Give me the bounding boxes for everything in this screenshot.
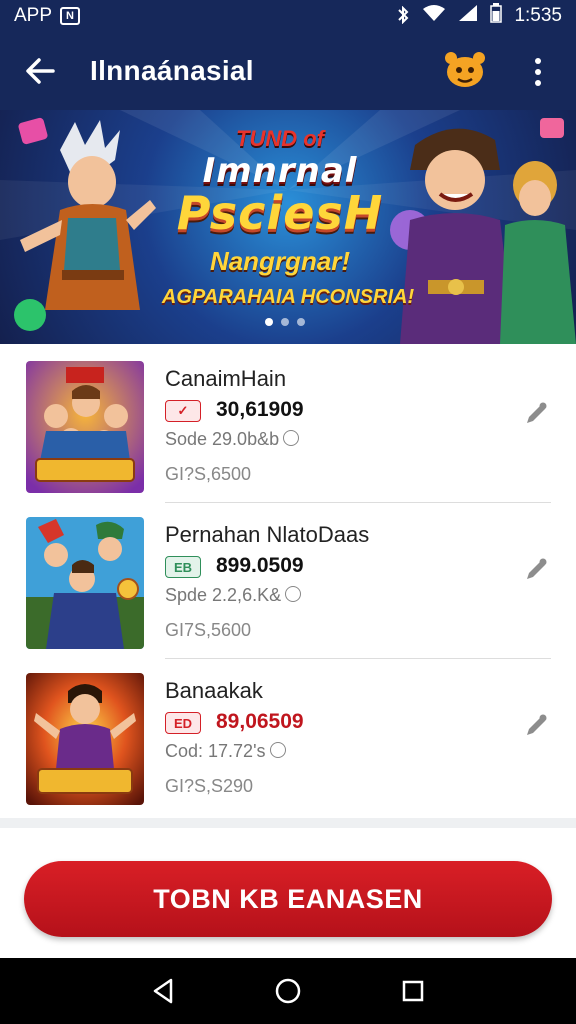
clock-icon bbox=[269, 742, 286, 759]
status-bar: APP N 1:535 bbox=[0, 0, 576, 32]
status-app-label: APP bbox=[14, 5, 53, 26]
bottom-action-area: TOBN KB EANASEN bbox=[0, 818, 576, 958]
banner-pagination bbox=[265, 318, 305, 326]
list-item[interactable]: Pernahan NlatoDaas EB 899.0509 Spde 2.2,… bbox=[0, 500, 576, 656]
item-code-text: Cod: 17.72's bbox=[165, 741, 266, 761]
item-price: GI?S,6500 bbox=[165, 464, 252, 484]
item-code: Spde 2.2,6.K& bbox=[165, 585, 302, 606]
banner-tagline: AGPARAHAIA HCONSRIA! bbox=[161, 286, 415, 308]
status-time: 1:535 bbox=[514, 5, 562, 26]
banner-title-group: TUND of Imnrnal PsciesH Nangrgnar! bbox=[150, 126, 410, 277]
item-amount: 899.0509 bbox=[216, 554, 304, 577]
battery-icon bbox=[490, 3, 503, 29]
signal-icon bbox=[458, 4, 478, 28]
edit-icon[interactable] bbox=[522, 400, 550, 428]
circle-home-icon[interactable] bbox=[268, 971, 308, 1011]
item-code-text: Spde 2.2,6.K& bbox=[165, 585, 282, 605]
arrow-left-icon[interactable] bbox=[18, 49, 62, 93]
triangle-back-icon[interactable] bbox=[143, 971, 183, 1011]
notification-app-icon: N bbox=[60, 7, 81, 25]
item-list: CanaimHain ✓ 30,61909 Sode 29.0b&b GI?S,… bbox=[0, 344, 576, 818]
item-name: CanaimHain bbox=[165, 366, 287, 391]
item-badge: ✓ bbox=[165, 400, 201, 422]
pagination-dot[interactable] bbox=[281, 318, 289, 326]
list-item[interactable]: CanaimHain ✓ 30,61909 Sode 29.0b&b GI?S,… bbox=[0, 344, 576, 500]
more-vert-icon[interactable] bbox=[522, 52, 554, 92]
wifi-icon bbox=[422, 4, 446, 28]
clock-icon bbox=[283, 430, 300, 447]
square-recents-icon[interactable] bbox=[393, 971, 433, 1011]
item-code: Cod: 17.72's bbox=[165, 741, 286, 762]
item-thumbnail bbox=[26, 673, 144, 805]
pagination-dot[interactable] bbox=[265, 318, 273, 326]
item-amount: 89,06509 bbox=[216, 710, 304, 733]
page-title: Ilnnaánasial bbox=[90, 55, 254, 86]
item-name: Banaakak bbox=[165, 678, 263, 703]
item-price: GI7S,5600 bbox=[165, 620, 252, 640]
pagination-dot[interactable] bbox=[297, 318, 305, 326]
item-name: Pernahan NlatoDaas bbox=[165, 522, 370, 547]
edit-icon[interactable] bbox=[522, 712, 550, 740]
banner-kicker: TUND of bbox=[236, 126, 324, 151]
banner-title-line2: PsciesH bbox=[176, 186, 384, 240]
banner-subtitle: Nangrgnar! bbox=[209, 246, 351, 276]
item-code-text: Sode 29.0b&b bbox=[165, 429, 280, 449]
promo-banner[interactable]: TUND of Imnrnal PsciesH Nangrgnar! AGPAR… bbox=[0, 110, 576, 344]
edit-icon[interactable] bbox=[522, 556, 550, 584]
bluetooth-icon bbox=[396, 5, 410, 27]
system-nav-bar bbox=[0, 958, 576, 1024]
item-badge: EB bbox=[165, 556, 201, 578]
app-bar: Ilnnaánasial bbox=[0, 32, 576, 110]
mascot-icon[interactable] bbox=[442, 50, 488, 90]
item-thumbnail bbox=[26, 361, 144, 493]
item-price: GI?S,S290 bbox=[165, 776, 254, 796]
banner-title-line1: Imnrnal bbox=[202, 151, 358, 191]
item-amount: 30,61909 bbox=[216, 398, 304, 421]
item-thumbnail bbox=[26, 517, 144, 649]
list-item[interactable]: Banaakak ED 89,06509 Cod: 17.72's GI?S,S… bbox=[0, 656, 576, 812]
item-code: Sode 29.0b&b bbox=[165, 429, 300, 450]
item-badge: ED bbox=[165, 712, 201, 734]
clock-icon bbox=[285, 586, 302, 603]
primary-action-button[interactable]: TOBN KB EANASEN bbox=[24, 861, 552, 937]
